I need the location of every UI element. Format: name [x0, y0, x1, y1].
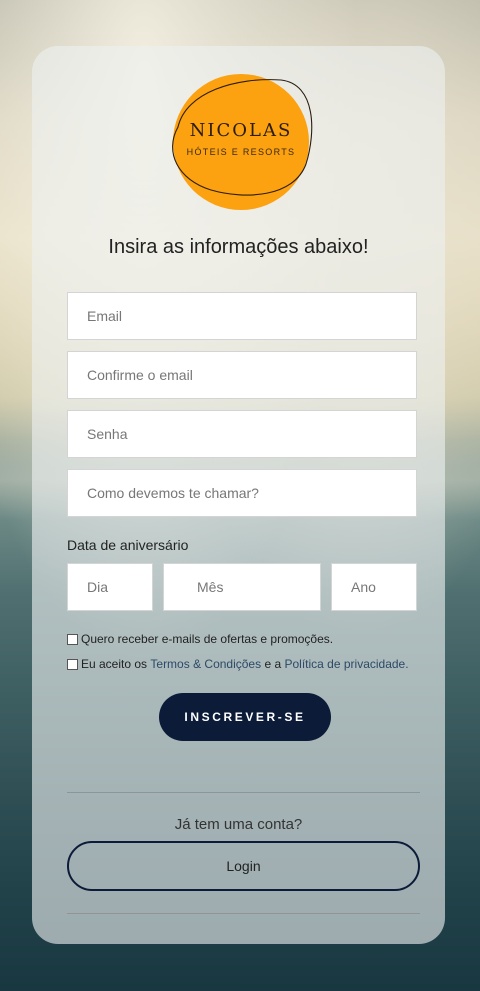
password-input[interactable]	[68, 411, 416, 457]
nickname-field-box	[67, 469, 417, 517]
terms-checkbox[interactable]	[67, 658, 78, 670]
email-input[interactable]	[68, 293, 416, 339]
email-field-box	[67, 292, 417, 340]
offers-consent-row: Quero receber e-mails de ofertas e promo…	[67, 632, 333, 646]
privacy-policy-link[interactable]: Política de privacidade.	[284, 657, 408, 671]
terms-link[interactable]: Termos & Condições	[150, 657, 261, 671]
logo-tagline: HÓTEIS E RESORTS	[186, 147, 296, 157]
brand-logo: NICOLAS HÓTEIS E RESORTS	[166, 72, 316, 212]
month-input[interactable]	[164, 564, 320, 610]
signup-submit-button[interactable]: INSCREVER-SE	[159, 693, 331, 741]
login-button[interactable]: Login	[67, 841, 420, 891]
terms-prefix-text: Eu aceito os	[81, 657, 148, 671]
logo-wordmark: NICOLAS	[189, 120, 293, 141]
has-account-text: Já tem uma conta?	[174, 816, 303, 833]
day-field-box	[67, 563, 153, 611]
terms-and-text: e a	[264, 657, 282, 671]
offers-consent-label: Quero receber e-mails de ofertas e promo…	[81, 632, 334, 646]
month-field-box	[163, 563, 321, 611]
password-field-box	[67, 410, 417, 458]
confirm-email-input[interactable]	[68, 352, 416, 398]
year-field-box	[331, 563, 417, 611]
logo-circle-icon	[172, 74, 313, 210]
nickname-input[interactable]	[68, 470, 416, 516]
birthday-label: Data de aniversário	[67, 537, 189, 553]
divider-top	[67, 792, 420, 793]
year-input[interactable]	[332, 564, 416, 610]
confirm-email-field-box	[67, 351, 417, 399]
divider-bottom	[67, 913, 420, 914]
form-heading: Insira as informações abaixo!	[108, 236, 369, 258]
terms-consent-row: Eu aceito os Termos & Condições e a Polí…	[67, 657, 409, 671]
day-input[interactable]	[68, 564, 152, 610]
offers-checkbox[interactable]	[67, 633, 78, 645]
